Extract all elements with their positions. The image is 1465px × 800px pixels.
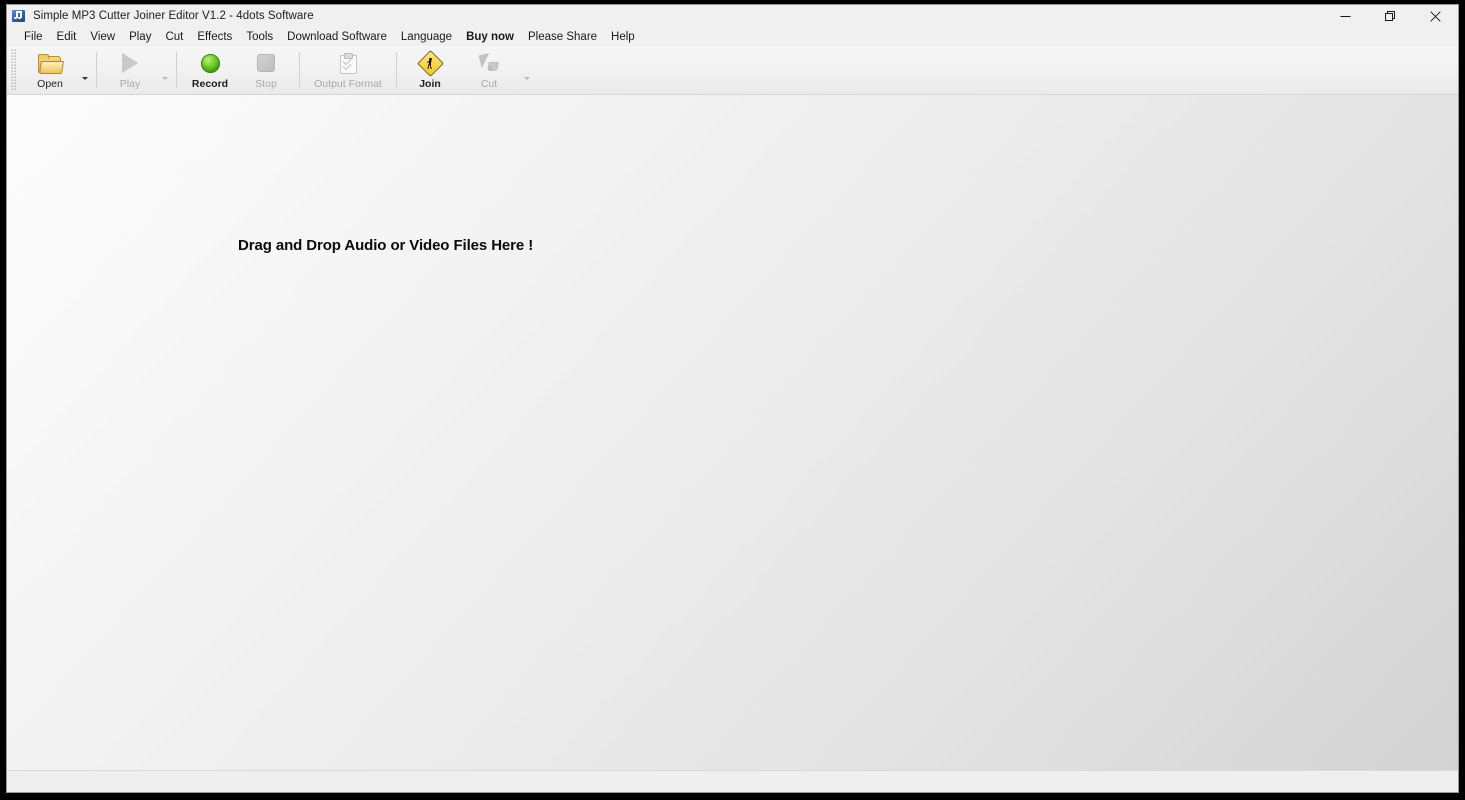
output-format-button[interactable]: Output Format [305,46,391,94]
output-format-button-label: Output Format [314,78,382,90]
play-dropdown-button[interactable] [158,46,171,94]
menu-item-edit[interactable]: Edit [50,29,84,45]
play-icon [115,51,145,75]
menu-item-language[interactable]: Language [394,29,459,45]
status-bar [7,770,1458,792]
chevron-down-icon [523,76,530,80]
cut-button-label: Cut [480,78,498,90]
menu-item-help[interactable]: Help [604,29,642,45]
minimize-icon [1340,15,1351,17]
chevron-down-icon [81,76,88,80]
menu-item-effects[interactable]: Effects [190,29,239,45]
drop-hint-text: Drag and Drop Audio or Video Files Here … [238,237,534,254]
main-toolbar: Open Play Record Stop Output Format Join… [7,46,1458,95]
application-window: Simple MP3 Cutter Joiner Editor V1.2 - 4… [7,5,1458,792]
file-drop-area[interactable]: Drag and Drop Audio or Video Files Here … [7,95,1458,770]
open-button-label: Open [37,78,63,90]
toolbar-grip-handle[interactable] [11,49,20,91]
menu-item-please-share[interactable]: Please Share [521,29,604,45]
record-icon [195,51,225,75]
play-button[interactable]: Play [102,46,158,94]
chevron-down-icon [161,76,168,80]
close-icon [1430,10,1441,22]
music-note-icon [11,8,27,24]
title-bar[interactable]: Simple MP3 Cutter Joiner Editor V1.2 - 4… [7,5,1458,27]
output-format-icon [333,51,363,75]
menu-item-view[interactable]: View [83,29,122,45]
maximize-button[interactable] [1368,5,1413,27]
cut-icon [474,51,504,75]
toolbar-separator [96,52,97,88]
stop-button[interactable]: Stop [238,46,294,94]
toolbar-separator [396,52,397,88]
open-dropdown-button[interactable] [78,46,91,94]
menu-item-buy-now[interactable]: Buy now [459,29,521,45]
open-button[interactable]: Open [22,46,78,94]
menu-bar: File Edit View Play Cut Effects Tools Do… [7,27,1458,46]
stop-icon [251,51,281,75]
menu-item-play[interactable]: Play [122,29,158,45]
open-folder-icon [35,51,65,75]
menu-item-tools[interactable]: Tools [239,29,280,45]
restore-icon [1385,10,1395,21]
menu-item-file[interactable]: File [17,29,50,45]
window-controls [1323,5,1458,27]
window-title: Simple MP3 Cutter Joiner Editor V1.2 - 4… [33,10,314,22]
cut-button[interactable]: Cut [458,46,520,94]
play-button-label: Play [119,78,141,90]
join-icon [415,50,445,77]
toolbar-separator [176,52,177,88]
record-button[interactable]: Record [182,46,238,94]
stop-button-label: Stop [255,78,277,90]
join-button[interactable]: Join [402,46,458,94]
record-button-label: Record [191,78,229,90]
minimize-button[interactable] [1323,5,1368,27]
join-button-label: Join [419,78,441,90]
toolbar-separator [299,52,300,88]
close-button[interactable] [1413,5,1458,27]
menu-item-download-software[interactable]: Download Software [280,29,394,45]
menu-item-cut[interactable]: Cut [158,29,190,45]
cut-dropdown-button[interactable] [520,46,533,94]
